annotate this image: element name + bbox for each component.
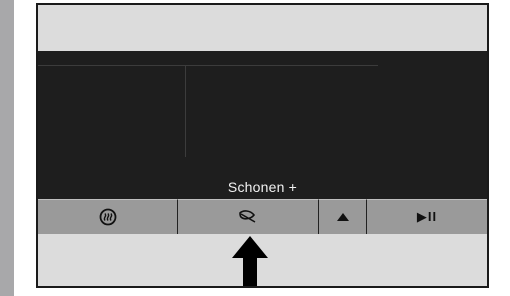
leaf-button[interactable] — [178, 199, 319, 234]
start-pause-button[interactable]: ▶II — [367, 199, 487, 234]
arrow-up-icon — [232, 236, 268, 286]
top-bar — [38, 5, 487, 51]
heat-steam-icon — [99, 208, 116, 226]
mode-label: Schonen + — [227, 179, 298, 195]
display-screen: Schonen + — [38, 51, 487, 202]
screen-divider-vertical — [185, 65, 186, 157]
leaf-icon — [239, 210, 256, 223]
up-button[interactable] — [319, 199, 367, 234]
bottom-area — [38, 234, 487, 286]
triangle-up-icon — [336, 213, 349, 221]
screen-divider-horizontal — [38, 65, 378, 66]
button-row: ▶II — [38, 199, 487, 234]
heat-button[interactable] — [38, 199, 178, 234]
side-strip — [0, 0, 14, 296]
control-panel: Schonen + ▶II — [36, 3, 489, 288]
play-pause-label: ▶II — [416, 209, 438, 224]
